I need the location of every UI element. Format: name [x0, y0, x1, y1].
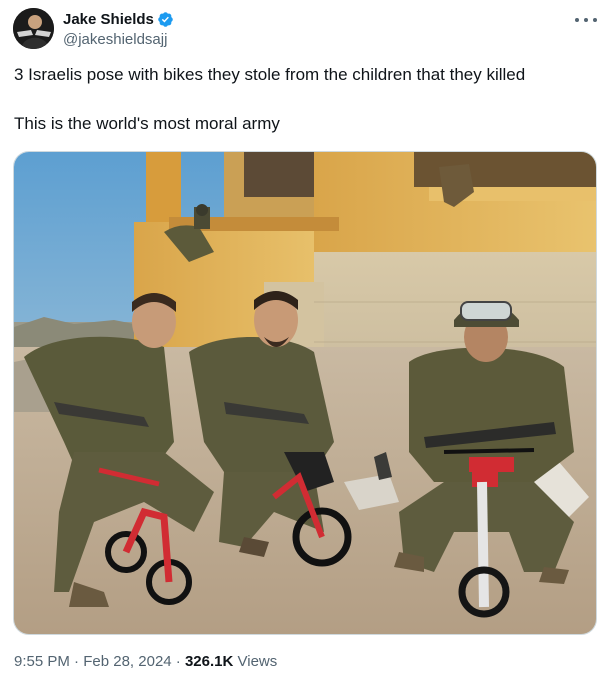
tweet-text-line: 3 Israelis pose with bikes they stole fr… — [14, 65, 526, 84]
more-horizontal-icon[interactable] — [575, 12, 597, 28]
tweet-text-line: This is the world's most moral army — [14, 114, 280, 133]
views-label: Views — [237, 653, 278, 670]
verified-badge-icon — [157, 11, 174, 28]
display-name[interactable]: Jake Shields — [63, 11, 154, 28]
tweet-meta: 9:55 PM · Feb 28, 2024 · 326.1K Views — [14, 653, 277, 670]
handle[interactable]: @jakeshieldsajj — [63, 31, 174, 48]
tweet-time[interactable]: 9:55 PM — [14, 653, 70, 670]
tweet-date[interactable]: Feb 28, 2024 — [83, 653, 171, 670]
author-block: Jake Shields @jakeshieldsajj — [63, 10, 174, 48]
avatar[interactable] — [13, 8, 54, 49]
meta-separator: · — [74, 653, 80, 670]
tweet-photo[interactable] — [13, 151, 597, 635]
views-count: 326.1K — [184, 653, 234, 670]
tweet-text: 3 Israelis pose with bikes they stole fr… — [14, 63, 594, 135]
tweet-header: Jake Shields @jakeshieldsajj — [13, 8, 599, 52]
meta-separator: · — [175, 653, 181, 670]
